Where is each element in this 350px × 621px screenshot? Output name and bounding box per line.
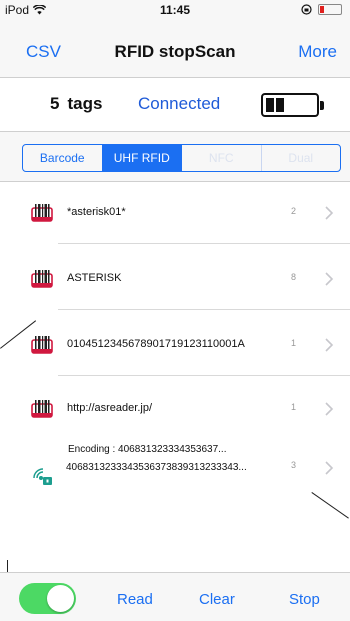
tag-hex-value: 406831323334353637383931323334​3...: [66, 462, 247, 473]
segment-uhf-rfid[interactable]: UHF RFID: [102, 145, 182, 171]
device-battery-icon: [318, 4, 342, 15]
rfid-tag-icon: [31, 204, 53, 222]
segment-dual: Dual: [288, 151, 314, 165]
rfid-tag-icon: [31, 336, 53, 354]
tag-value: 0104512345678901719123110001A: [67, 338, 245, 350]
scan-toggle-switch[interactable]: [19, 583, 76, 614]
secure-tag-icon: [33, 468, 52, 485]
battery-cell: [276, 98, 284, 112]
chevron-right-icon: [325, 206, 334, 220]
chevron-right-icon: [325, 272, 334, 286]
status-time: 11:45: [159, 3, 191, 17]
segment-nfc: NFC: [182, 145, 262, 171]
connection-status: Connected: [138, 94, 221, 113]
encoding-value: Encoding : 406831323334353637...: [68, 444, 227, 455]
row-divider: [58, 375, 350, 376]
list-item[interactable]: http://asreader.jp/ 1: [0, 378, 350, 440]
row-divider: [58, 243, 350, 244]
orientation-lock-icon: [301, 4, 312, 15]
read-count: 3: [291, 460, 297, 470]
more-button[interactable]: More: [298, 42, 337, 62]
status-bar: iPod 11:45: [0, 0, 350, 20]
row-divider: [58, 309, 350, 310]
tag-value: ASTERISK: [67, 272, 122, 284]
read-count: 1: [291, 402, 297, 412]
bottom-toolbar: Read Clear Stop: [0, 572, 350, 621]
rfid-tag-icon: [31, 270, 53, 288]
list-item-encoded[interactable]: Encoding : 406831323334353637... 4068313…: [0, 440, 350, 512]
navigation-bar: CSV RFID stopScan More: [0, 20, 350, 78]
read-count: 1: [291, 338, 297, 348]
tag-count-unit: tags: [67, 94, 103, 113]
rfid-tag-icon: [31, 400, 53, 418]
clear-button[interactable]: Clear: [199, 591, 235, 608]
reader-battery-icon: [261, 93, 324, 117]
reader-info-row: 5 tags Connected: [0, 78, 350, 132]
app-screen: iPod 11:45 CSV RFID stopScan More 5 tags …: [0, 0, 350, 621]
stop-button[interactable]: Stop: [289, 591, 320, 608]
segment-barcode[interactable]: Barcode: [23, 145, 103, 171]
scan-mode-bar: Barcode UHF RFID NFC Dual: [0, 132, 350, 182]
tag-count-value: 5: [50, 94, 60, 113]
chevron-right-icon: [325, 338, 334, 352]
list-item[interactable]: ASTERISK 8: [0, 248, 350, 310]
tag-list: *asterisk01* 2 ASTERISK 8 01045123456789…: [0, 182, 350, 572]
status-right: [301, 4, 342, 15]
tag-value: http://asreader.jp/: [67, 402, 152, 414]
battery-cell: [266, 98, 274, 112]
read-count: 2: [291, 206, 297, 216]
toggle-knob: [47, 585, 74, 612]
scan-mode-segmented-control: Barcode UHF RFID NFC Dual: [22, 144, 341, 172]
chevron-right-icon: [325, 402, 334, 416]
list-item[interactable]: 0104512345678901719123110001A 1: [0, 314, 350, 376]
chevron-right-icon: [325, 461, 334, 475]
read-button[interactable]: Read: [117, 591, 153, 608]
tag-count: 5 tags: [50, 94, 102, 114]
read-count: 8: [291, 272, 297, 282]
list-item[interactable]: *asterisk01* 2: [0, 182, 350, 244]
tag-value: *asterisk01*: [67, 206, 126, 218]
